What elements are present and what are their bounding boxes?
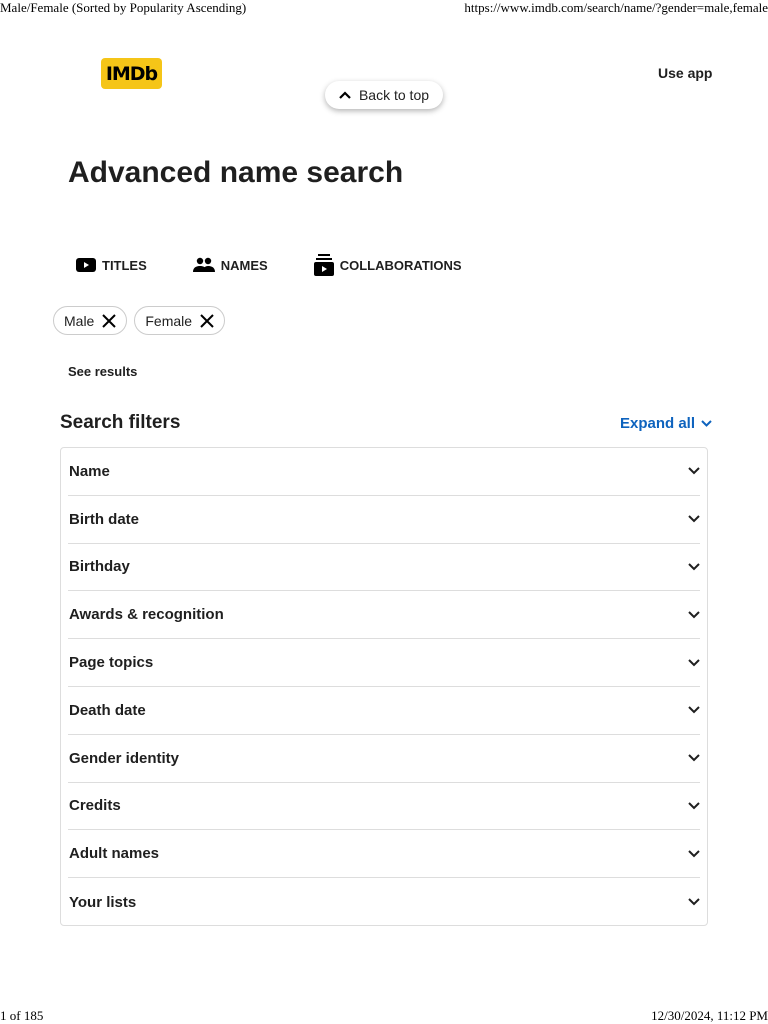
chip-label: Female [145, 312, 193, 329]
search-filters-heading: Search filters [60, 412, 181, 433]
active-filter-chips: Male Female [53, 306, 226, 335]
tab-label: TITLES [102, 257, 147, 273]
filter-row[interactable]: Gender identity [68, 735, 700, 783]
filter-label: Birth date [69, 510, 140, 528]
expand-all-button[interactable]: Expand all [620, 415, 712, 432]
chevron-down-icon [688, 515, 700, 523]
page-title: Advanced name search [68, 156, 404, 189]
filter-row[interactable]: Your lists [68, 878, 700, 926]
filter-label: Adult names [69, 845, 160, 863]
filter-label: Credits [69, 797, 121, 815]
chevron-down-icon [688, 706, 700, 714]
filter-row[interactable]: Birth date [68, 496, 700, 544]
chevron-down-icon [701, 420, 712, 427]
print-page-number: 1 of 185 [0, 1008, 44, 1023]
expand-all-label: Expand all [620, 415, 696, 432]
chip-male[interactable]: Male [53, 306, 128, 335]
print-datetime: 12/30/2024, 11:12 PM [651, 1008, 768, 1023]
filter-label: Death date [69, 701, 146, 719]
tab-collaborations[interactable]: COLLABORATIONS [313, 254, 462, 276]
filter-label: Birthday [69, 558, 130, 576]
filters-panel: Name Birth date Birthday Awards & recogniti… [60, 447, 708, 926]
chevron-down-icon [688, 898, 700, 906]
filter-label: Awards & recognition [69, 606, 224, 624]
tab-titles[interactable]: TITLES [76, 254, 147, 276]
filter-row[interactable]: Adult names [68, 830, 700, 879]
back-to-top-button[interactable]: Back to top [325, 81, 443, 109]
chevron-down-icon [688, 754, 700, 762]
people-icon [192, 257, 215, 272]
back-to-top-label: Back to top [358, 87, 430, 103]
filter-label: Name [69, 462, 110, 480]
chevron-down-icon [688, 658, 700, 666]
chip-label: Male [64, 312, 95, 329]
filter-label: Your lists [69, 893, 137, 911]
chevron-down-icon [688, 802, 700, 810]
tab-label: COLLABORATIONS [339, 257, 462, 273]
close-icon[interactable] [102, 313, 117, 328]
filter-label: Gender identity [69, 749, 180, 767]
chevron-down-icon [688, 467, 700, 475]
filter-row[interactable]: Death date [68, 687, 700, 735]
use-app-link[interactable]: Use app [658, 65, 712, 81]
filter-label: Page topics [69, 654, 154, 672]
filter-row[interactable]: Name [68, 448, 700, 496]
collection-icon [313, 254, 334, 276]
see-results-button[interactable]: See results [68, 364, 137, 379]
filter-row[interactable]: Awards & recognition [68, 591, 700, 640]
close-icon[interactable] [200, 313, 214, 328]
filter-row[interactable]: Birthday [68, 544, 700, 592]
chip-female[interactable]: Female [134, 306, 226, 335]
filter-row[interactable]: Page topics [68, 639, 700, 687]
imdb-logo[interactable]: IMDb [101, 58, 162, 89]
chevron-up-icon [339, 91, 351, 99]
chevron-down-icon [688, 563, 700, 571]
video-icon [76, 258, 96, 272]
tab-label: NAMES [220, 257, 268, 273]
print-title: Male/Female (Sorted by Popularity Ascend… [0, 0, 247, 15]
tab-names[interactable]: NAMES [192, 254, 268, 276]
search-type-tabs: TITLES NAMES COLLABORATIONS [76, 254, 508, 276]
print-url: https://www.imdb.com/search/name/?gender… [464, 0, 768, 15]
filter-row[interactable]: Credits [68, 783, 700, 831]
chevron-down-icon [688, 611, 700, 619]
chevron-down-icon [688, 850, 700, 858]
